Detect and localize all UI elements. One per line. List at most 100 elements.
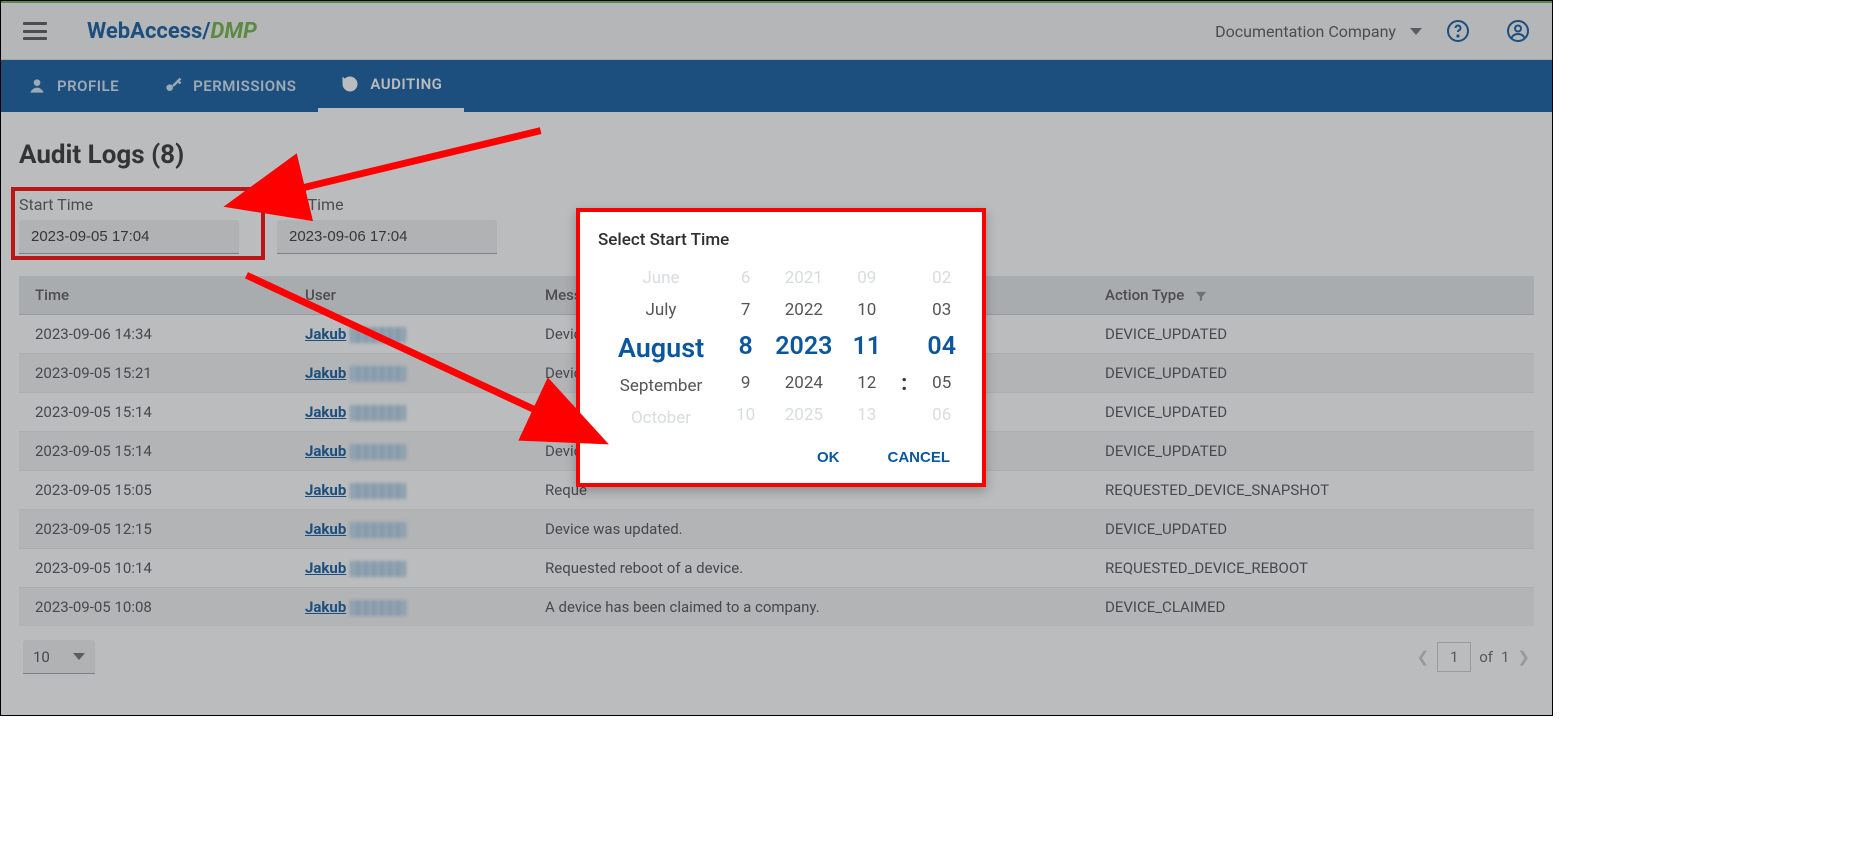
cell-action: DEVICE_UPDATED [1089, 432, 1534, 471]
redacted [350, 327, 406, 343]
cell-user: Jakub [289, 588, 529, 627]
cell-time: 2023-09-06 14:34 [19, 315, 289, 354]
table-row: 2023-09-05 12:15 Jakub Device was updated.… [19, 510, 1534, 549]
grid-footer: 10 ❮ 1 of 1 ❯ [19, 626, 1534, 676]
tab-label: PERMISSIONS [193, 77, 296, 95]
start-time-field: Start Time [19, 195, 259, 254]
user-link[interactable]: Jakub [305, 481, 346, 499]
cell-message: A device has been claimed to a company. [529, 588, 1089, 627]
cell-user: Jakub [289, 315, 529, 354]
end-time-field: End Time [277, 195, 517, 254]
cell-time: 2023-09-05 15:05 [19, 471, 289, 510]
cell-action: DEVICE_UPDATED [1089, 354, 1534, 393]
user-link[interactable]: Jakub [305, 403, 346, 421]
redacted [350, 405, 406, 421]
cell-user: Jakub [289, 393, 529, 432]
tab-profile[interactable]: PROFILE [5, 60, 141, 112]
cell-user: Jakub [289, 354, 529, 393]
page-size-value: 10 [33, 648, 50, 666]
col-user[interactable]: User [289, 276, 529, 315]
end-time-label: End Time [277, 195, 517, 214]
person-icon [27, 76, 47, 96]
subnav: PROFILE PERMISSIONS AUDITING [1, 60, 1552, 112]
datetime-picker: June July August September October 6 7 8… [596, 268, 966, 428]
page-input[interactable]: 1 [1437, 642, 1471, 672]
of-label: of [1479, 648, 1493, 666]
help-button[interactable] [1444, 17, 1472, 45]
tab-permissions[interactable]: PERMISSIONS [141, 60, 318, 112]
redacted [350, 483, 406, 499]
next-page-button[interactable]: ❯ [1517, 648, 1530, 666]
cell-message: Device was updated. [529, 510, 1089, 549]
cell-action: REQUESTED_DEVICE_SNAPSHOT [1089, 471, 1534, 510]
hour-wheel[interactable]: 09 10 11 12 13 [852, 268, 881, 428]
cell-time: 2023-09-05 15:14 [19, 393, 289, 432]
cell-action: DEVICE_UPDATED [1089, 393, 1534, 432]
year-wheel[interactable]: 2021 2022 2023 2024 2025 [775, 268, 832, 428]
user-link[interactable]: Jakub [305, 598, 346, 616]
tab-auditing[interactable]: AUDITING [318, 60, 464, 112]
table-row: 2023-09-05 10:08 Jakub A device has been c… [19, 588, 1534, 627]
month-wheel[interactable]: June July August September October [606, 268, 716, 428]
cell-time: 2023-09-05 12:15 [19, 510, 289, 549]
company-switcher[interactable]: Documentation Company [1215, 22, 1422, 41]
cell-action: DEVICE_UPDATED [1089, 510, 1534, 549]
cell-time: 2023-09-05 15:14 [19, 432, 289, 471]
end-time-input[interactable] [277, 220, 497, 254]
redacted [350, 522, 406, 538]
company-name: Documentation Company [1215, 22, 1396, 41]
appbar: WebAccess/DMP Documentation Company [1, 3, 1552, 60]
prev-page-button[interactable]: ❮ [1417, 648, 1430, 666]
chevron-down-icon [1410, 28, 1422, 35]
tab-label: AUDITING [370, 75, 442, 93]
redacted [350, 561, 406, 577]
history-icon [340, 74, 360, 94]
cell-action: DEVICE_CLAIMED [1089, 588, 1534, 627]
user-link[interactable]: Jakub [305, 325, 346, 343]
logo-wa: WebAccess/ [87, 19, 211, 44]
redacted [350, 600, 406, 616]
cell-user: Jakub [289, 471, 529, 510]
pager: ❮ 1 of 1 ❯ [1417, 642, 1530, 672]
account-button[interactable] [1504, 17, 1532, 45]
total-pages: 1 [1501, 648, 1509, 666]
cell-message: Requested reboot of a device. [529, 549, 1089, 588]
table-row: 2023-09-05 10:14 Jakub Requested reboot of… [19, 549, 1534, 588]
start-time-label: Start Time [19, 195, 259, 214]
cell-user: Jakub [289, 510, 529, 549]
ok-button[interactable]: OK [811, 448, 846, 467]
tab-label: PROFILE [57, 77, 119, 95]
page-title: Audit Logs (8) [19, 140, 1534, 170]
page-size-select[interactable]: 10 [23, 640, 95, 674]
start-time-dialog: Select Start Time June July August Septe… [576, 208, 986, 487]
cell-time: 2023-09-05 10:14 [19, 549, 289, 588]
cell-user: Jakub [289, 432, 529, 471]
redacted [350, 366, 406, 382]
redacted [350, 444, 406, 460]
logo-dmp: DMP [211, 19, 257, 44]
day-wheel[interactable]: 6 7 8 9 10 [736, 268, 755, 428]
cell-user: Jakub [289, 549, 529, 588]
cell-time: 2023-09-05 15:21 [19, 354, 289, 393]
cell-action: REQUESTED_DEVICE_REBOOT [1089, 549, 1534, 588]
minute-wheel[interactable]: 02 03 04 05 06 [927, 268, 956, 428]
time-colon: : [901, 371, 907, 396]
user-link[interactable]: Jakub [305, 364, 346, 382]
help-icon [1446, 19, 1470, 43]
user-link[interactable]: Jakub [305, 559, 346, 577]
key-icon [163, 76, 183, 96]
chevron-down-icon [73, 653, 85, 660]
cell-time: 2023-09-05 10:08 [19, 588, 289, 627]
account-icon [1506, 19, 1530, 43]
dialog-title: Select Start Time [598, 230, 966, 250]
cancel-button[interactable]: CANCEL [882, 448, 957, 467]
logo: WebAccess/DMP [87, 19, 257, 44]
cell-action: DEVICE_UPDATED [1089, 315, 1534, 354]
col-time[interactable]: Time [19, 276, 289, 315]
menu-icon[interactable] [23, 22, 47, 40]
col-action[interactable]: Action Type [1089, 276, 1534, 315]
filter-icon [1194, 289, 1208, 303]
start-time-input[interactable] [19, 220, 239, 254]
user-link[interactable]: Jakub [305, 442, 346, 460]
user-link[interactable]: Jakub [305, 520, 346, 538]
